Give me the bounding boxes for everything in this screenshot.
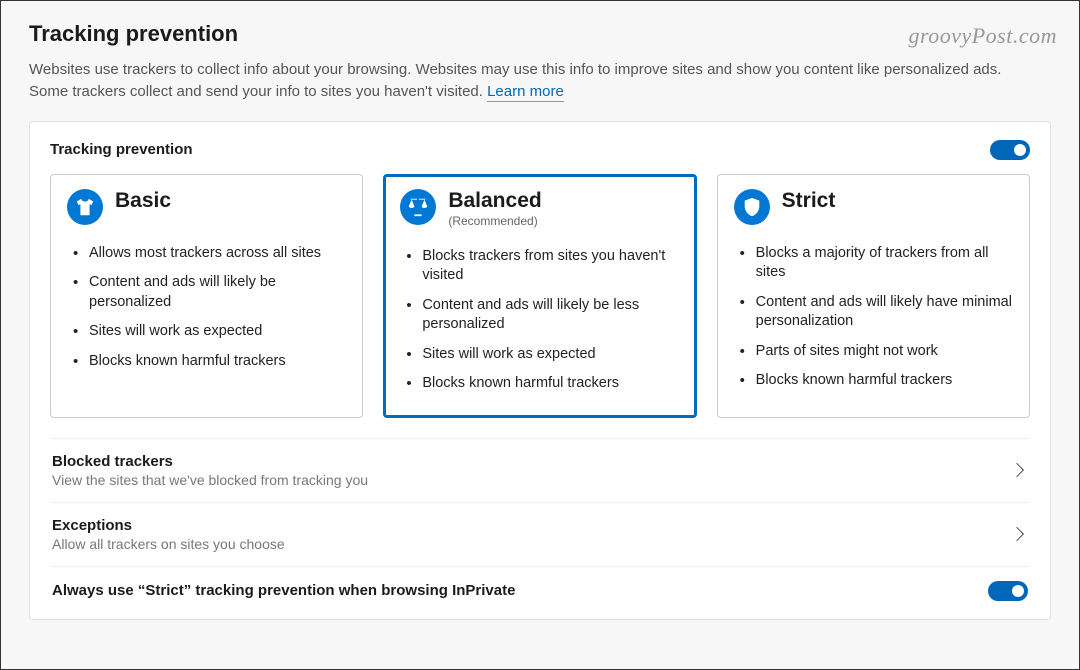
option-basic[interactable]: Basic Allows most trackers across all si… — [50, 174, 363, 418]
bullet: Blocks trackers from sites you haven't v… — [404, 242, 679, 291]
bullet: Parts of sites might not work — [738, 337, 1013, 367]
row-text: Always use “Strict” tracking prevention … — [52, 582, 515, 599]
bullet: Blocks a majority of trackers from all s… — [738, 239, 1013, 288]
bullet: Blocks known harmful trackers — [404, 369, 679, 399]
option-head: Strict — [734, 189, 1013, 225]
option-strict[interactable]: Strict Blocks a majority of trackers fro… — [717, 174, 1030, 418]
bullet: Content and ads will likely be personali… — [71, 268, 346, 317]
option-bullets: Allows most trackers across all sites Co… — [67, 239, 346, 377]
card-title: Tracking prevention — [50, 141, 193, 158]
bullet: Sites will work as expected — [404, 340, 679, 370]
chevron-right-icon — [1010, 527, 1024, 541]
row-subtitle: View the sites that we've blocked from t… — [52, 472, 368, 488]
card-header: Tracking prevention — [50, 140, 1030, 160]
option-title: Basic — [115, 189, 171, 212]
exceptions-row[interactable]: Exceptions Allow all trackers on sites y… — [50, 502, 1030, 566]
watermark: groovyPost.com — [908, 23, 1057, 49]
scales-icon — [400, 189, 436, 225]
bullet: Blocks known harmful trackers — [738, 366, 1013, 396]
bullet: Sites will work as expected — [71, 317, 346, 347]
tshirt-icon — [67, 189, 103, 225]
row-text: Blocked trackers View the sites that we'… — [52, 453, 368, 488]
option-head: Balanced (Recommended) — [400, 189, 679, 228]
page-description: Websites use trackers to collect info ab… — [29, 59, 1009, 103]
option-balanced[interactable]: Balanced (Recommended) Blocks trackers f… — [383, 174, 696, 418]
learn-more-link[interactable]: Learn more — [487, 83, 564, 102]
option-head: Basic — [67, 189, 346, 225]
row-title: Always use “Strict” tracking prevention … — [52, 582, 515, 599]
row-title: Blocked trackers — [52, 453, 368, 470]
bullet: Blocks known harmful trackers — [71, 347, 346, 377]
option-title: Balanced — [448, 189, 541, 212]
option-title-block: Balanced (Recommended) — [448, 189, 541, 228]
tracking-prevention-toggle[interactable] — [990, 140, 1030, 160]
bullet: Content and ads will likely have minimal… — [738, 288, 1013, 337]
option-bullets: Blocks trackers from sites you haven't v… — [400, 242, 679, 399]
option-subtitle: (Recommended) — [448, 214, 541, 228]
blocked-trackers-row[interactable]: Blocked trackers View the sites that we'… — [50, 438, 1030, 502]
option-bullets: Blocks a majority of trackers from all s… — [734, 239, 1013, 396]
shield-icon — [734, 189, 770, 225]
chevron-right-icon — [1010, 463, 1024, 477]
tracking-prevention-card: Tracking prevention Basic Allows most tr… — [29, 121, 1051, 620]
bullet: Content and ads will likely be less pers… — [404, 291, 679, 340]
option-title-block: Strict — [782, 189, 836, 212]
settings-page: Tracking prevention Websites use tracker… — [1, 1, 1079, 620]
bullet: Allows most trackers across all sites — [71, 239, 346, 269]
inprivate-strict-toggle[interactable] — [988, 581, 1028, 601]
row-subtitle: Allow all trackers on sites you choose — [52, 536, 285, 552]
level-options: Basic Allows most trackers across all si… — [50, 174, 1030, 418]
row-text: Exceptions Allow all trackers on sites y… — [52, 517, 285, 552]
option-title-block: Basic — [115, 189, 171, 212]
option-title: Strict — [782, 189, 836, 212]
inprivate-strict-row: Always use “Strict” tracking prevention … — [50, 566, 1030, 615]
page-title: Tracking prevention — [29, 21, 1051, 47]
row-title: Exceptions — [52, 517, 285, 534]
